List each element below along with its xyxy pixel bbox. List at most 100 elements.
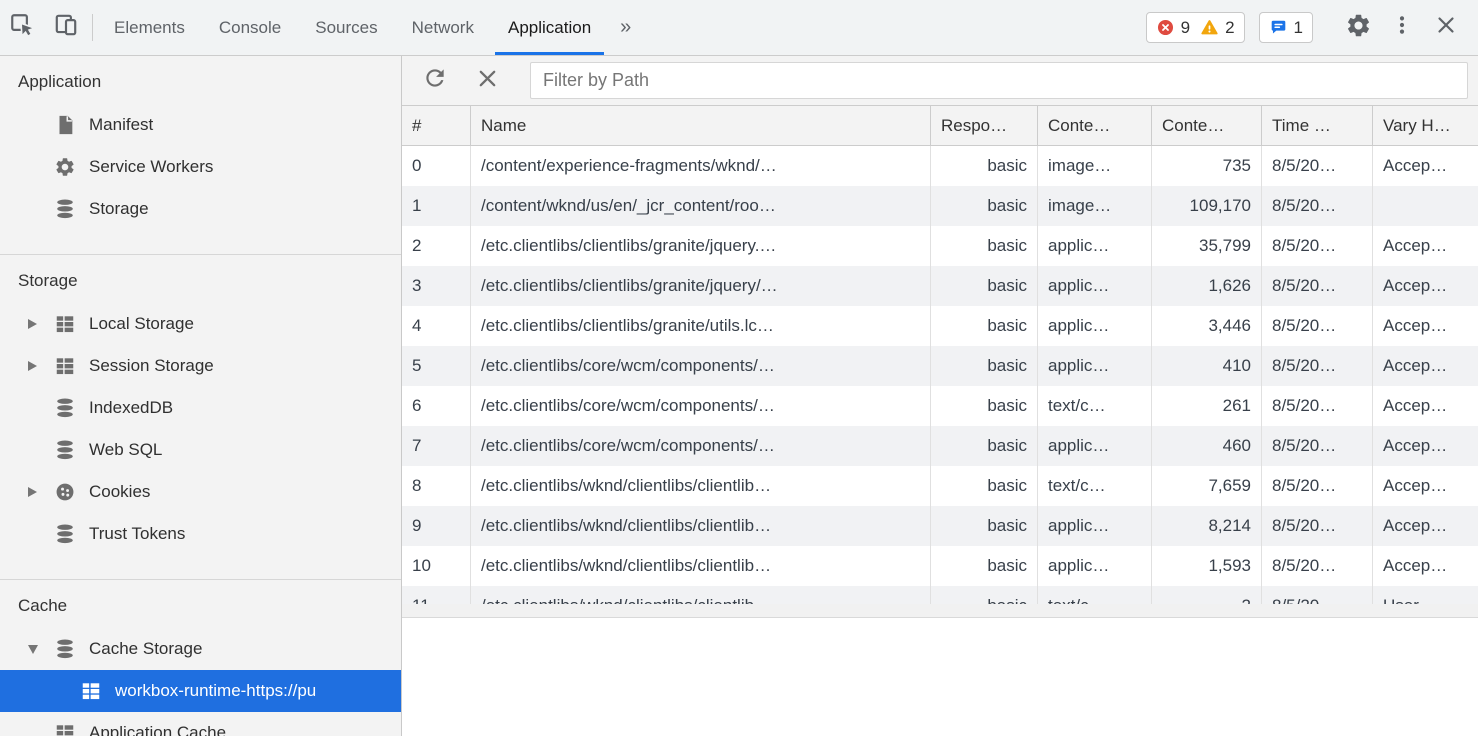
tab-sources[interactable]: Sources [298,0,394,55]
tab-application[interactable]: Application [491,0,608,55]
cache-entry-row[interactable]: 3/etc.clientlibs/clientlibs/granite/jque… [402,266,1478,306]
cell: 460 [1152,426,1262,466]
cache-entry-row[interactable]: 2/etc.clientlibs/clientlibs/granite/jque… [402,226,1478,266]
cell: 8,214 [1152,506,1262,546]
cell: basic [931,506,1038,546]
sidebar-item-web-sql[interactable]: Web SQL [0,429,401,471]
sidebar-item-trust-tokens[interactable]: Trust Tokens [0,513,401,555]
sidebar-item-label: Web SQL [89,440,162,460]
column-header-conte[interactable]: Conte… [1152,106,1262,145]
cell: basic [931,186,1038,226]
cell: 35,799 [1152,226,1262,266]
column-header-respo[interactable]: Respo… [931,106,1038,145]
cell: basic [931,226,1038,266]
settings-button[interactable] [1336,12,1380,44]
cell: image… [1038,146,1152,186]
cell [1373,186,1478,226]
cache-entry-row[interactable]: 5/etc.clientlibs/core/wcm/components/…ba… [402,346,1478,386]
database-icon [54,439,76,461]
cell: 8/5/20… [1262,426,1373,466]
cache-entry-row[interactable]: 6/etc.clientlibs/core/wcm/components/…ba… [402,386,1478,426]
cell: Accep… [1373,266,1478,306]
device-toolbar-button[interactable] [44,0,88,55]
cache-entry-row[interactable]: 1/content/wknd/us/en/_jcr_content/roo…ba… [402,186,1478,226]
cell: 3 [402,266,471,306]
cache-entry-row[interactable]: 0/content/experience-fragments/wknd/…bas… [402,146,1478,186]
cache-entry-row[interactable]: 7/etc.clientlibs/core/wcm/components/…ba… [402,426,1478,466]
sidebar-item-workbox-runtime-https-pu[interactable]: workbox-runtime-https://pu [0,670,401,712]
tab-console[interactable]: Console [202,0,298,55]
cell: applic… [1038,506,1152,546]
cell: applic… [1038,546,1152,586]
cell: /etc.clientlibs/clientlibs/granite/jquer… [471,266,931,306]
sidebar-item-manifest[interactable]: Manifest [0,104,401,146]
cell: Accep… [1373,386,1478,426]
cell: 4 [402,306,471,346]
sidebar-item-session-storage[interactable]: Session Storage [0,345,401,387]
disclosure-triangle-icon[interactable] [28,645,54,654]
issues-message-badge[interactable]: 1 [1259,12,1313,43]
cell: basic [931,146,1038,186]
gear-icon [54,156,76,178]
cell: text/c… [1038,586,1152,604]
cell: basic [931,466,1038,506]
disclosure-triangle-icon[interactable] [28,487,54,497]
tab-elements[interactable]: Elements [97,0,202,55]
disclosure-triangle-icon[interactable] [28,319,54,329]
console-errors-warnings-badge[interactable]: 9 2 [1146,12,1245,43]
disclosure-triangle-icon[interactable] [28,361,54,371]
cell: 6 [402,386,471,426]
device-toolbar-icon [53,12,79,43]
tab-network[interactable]: Network [395,0,491,55]
sidebar-item-storage[interactable]: Storage [0,188,401,230]
column-header-conte[interactable]: Conte… [1038,106,1152,145]
cell: basic [931,546,1038,586]
devtools-window: ElementsConsoleSourcesNetworkApplication… [0,0,1478,736]
sidebar-item-label: Trust Tokens [89,524,185,544]
filter-by-path-input[interactable] [530,62,1468,99]
column-header-name[interactable]: Name [471,106,931,145]
sidebar-item-cookies[interactable]: Cookies [0,471,401,513]
cache-entry-row[interactable]: 10/etc.clientlibs/wknd/clientlibs/client… [402,546,1478,586]
refresh-button[interactable] [420,66,450,96]
cache-entry-row[interactable]: 9/etc.clientlibs/wknd/clientlibs/clientl… [402,506,1478,546]
more-tabs-button[interactable]: » [608,0,643,55]
column-header-index[interactable]: # [402,106,471,145]
cell: Accep… [1373,346,1478,386]
cell: 8 [402,466,471,506]
database-icon [54,523,76,545]
sidebar-item-service-workers[interactable]: Service Workers [0,146,401,188]
sidebar-section-cache: CacheCache Storageworkbox-runtime-https:… [0,580,401,736]
column-header-time[interactable]: Time … [1262,106,1373,145]
cell: basic [931,266,1038,306]
sidebar-item-cache-storage[interactable]: Cache Storage [0,628,401,670]
cell: /etc.clientlibs/wknd/clientlibs/clientli… [471,586,931,604]
cell: Accep… [1373,466,1478,506]
triangle-down-icon [28,645,38,654]
close-devtools-button[interactable] [1424,13,1468,42]
cell: 1,593 [1152,546,1262,586]
cache-entry-row[interactable]: 11/etc.clientlibs/wknd/clientlibs/client… [402,586,1478,604]
column-header-vary-h[interactable]: Vary H… [1373,106,1478,145]
toolbar-divider [92,14,93,41]
cache-entry-row[interactable]: 8/etc.clientlibs/wknd/clientlibs/clientl… [402,466,1478,506]
sidebar-item-label: workbox-runtime-https://pu [115,681,316,701]
cell: Accep… [1373,146,1478,186]
sidebar-item-indexeddb[interactable]: IndexedDB [0,387,401,429]
gear-icon [1345,12,1372,44]
inspect-element-button[interactable] [0,0,44,55]
delete-selected-button[interactable] [472,66,502,96]
sidebar-item-application-cache[interactable]: Application Cache [0,712,401,736]
cache-entry-row[interactable]: 4/etc.clientlibs/clientlibs/granite/util… [402,306,1478,346]
sidebar-item-local-storage[interactable]: Local Storage [0,303,401,345]
cell: basic [931,346,1038,386]
horizontal-scrollbar[interactable] [402,604,1478,618]
cell: 8/5/20… [1262,346,1373,386]
cell: 8/5/20… [1262,266,1373,306]
more-options-button[interactable] [1380,13,1424,42]
cell: 3,446 [1152,306,1262,346]
cell: applic… [1038,226,1152,266]
cookie-icon [54,481,76,503]
sidebar-item-label: Cache Storage [89,639,202,659]
refresh-icon [422,65,448,96]
